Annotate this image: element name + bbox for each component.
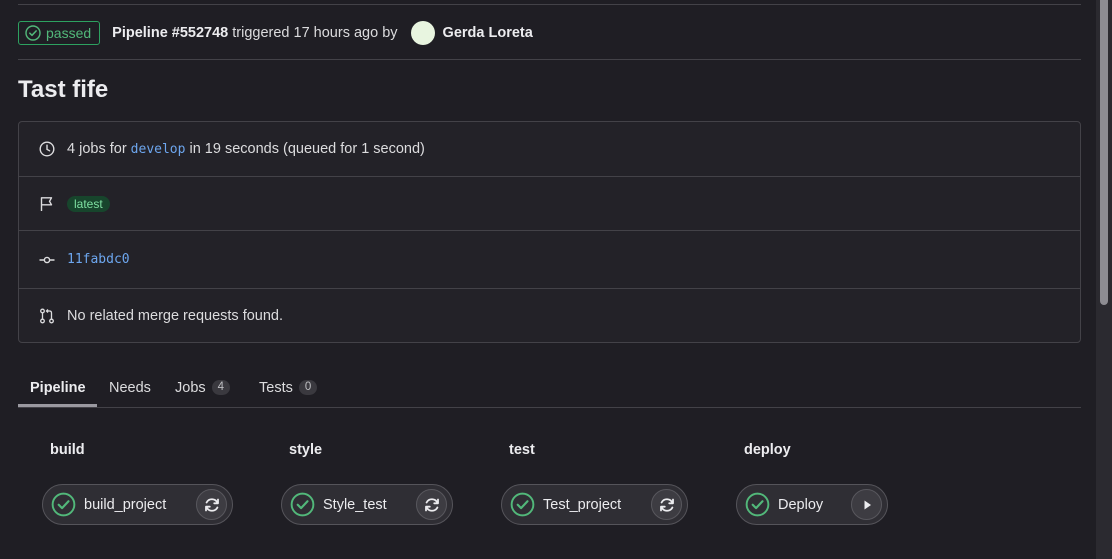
latest-badge: latest: [67, 195, 110, 212]
page-title: Tast fife: [18, 76, 109, 103]
avatar[interactable]: [410, 20, 435, 45]
job-style-test[interactable]: Style_test: [281, 484, 453, 525]
header-divider: [18, 59, 1081, 60]
success-status-icon: [290, 492, 315, 517]
scrollbar[interactable]: [1096, 0, 1112, 559]
job-name: Test_project: [543, 496, 622, 513]
scrollbar-thumb[interactable]: [1100, 0, 1108, 305]
job-build-project[interactable]: build_project: [42, 484, 233, 525]
stage-title-style: style: [289, 442, 323, 458]
triggered-text: triggered 17 hours ago by: [228, 24, 402, 41]
stage-title-test: test: [509, 442, 535, 458]
pipeline-trigger-info: Pipeline #552748 triggered 17 hours ago …: [112, 20, 533, 45]
retry-icon: [204, 497, 219, 512]
job-name: build_project: [84, 496, 167, 513]
pipeline-header: passed Pipeline #552748 triggered 17 hou…: [18, 20, 533, 45]
retry-button[interactable]: [651, 489, 682, 520]
merge-request-icon: [40, 308, 54, 324]
jobs-prefix: 4 jobs for: [67, 141, 131, 157]
stage-title-build: build: [50, 442, 85, 458]
info-row-jobs: 4 jobs for develop in 19 seconds (queued…: [19, 122, 1080, 177]
status-label: passed: [46, 24, 92, 41]
status-badge[interactable]: passed: [18, 20, 101, 45]
pipeline-id: Pipeline #552748: [112, 24, 229, 41]
retry-button[interactable]: [196, 489, 227, 520]
success-status-icon: [510, 492, 535, 517]
pipeline-tabs: Pipeline Needs Jobs 4 Tests 0: [18, 367, 1081, 408]
info-row-merge-requests: No related merge requests found.: [19, 289, 1080, 343]
jobs-suffix: in 19 seconds (queued for 1 second): [185, 141, 425, 157]
user-name[interactable]: Gerda Loreta: [443, 25, 533, 41]
retry-icon: [424, 497, 439, 512]
tab-pipeline-label: Pipeline: [30, 379, 86, 396]
commit-icon: [39, 256, 55, 263]
job-name: Style_test: [323, 496, 387, 513]
tests-count-badge: 0: [298, 380, 318, 395]
active-tab-indicator: [18, 404, 97, 407]
branch-link[interactable]: develop: [131, 142, 186, 157]
jobs-count-badge: 4: [211, 380, 231, 395]
retry-button[interactable]: [416, 489, 447, 520]
clock-icon: [39, 141, 55, 157]
tab-tests[interactable]: Tests 0: [259, 367, 318, 408]
top-divider: [18, 4, 1081, 5]
tab-needs-label: Needs: [109, 379, 151, 396]
check-circle-icon: [25, 24, 41, 41]
info-row-tags: latest: [19, 177, 1080, 231]
tab-jobs[interactable]: Jobs 4: [175, 367, 231, 408]
play-icon: [864, 500, 871, 509]
pipeline-info-panel: 4 jobs for develop in 19 seconds (queued…: [18, 121, 1081, 343]
tab-pipeline[interactable]: Pipeline: [30, 367, 86, 408]
play-button[interactable]: [851, 489, 882, 520]
info-row-commit: 11fabdc0: [19, 231, 1080, 289]
stage-title-deploy: deploy: [744, 442, 791, 458]
merge-requests-text: No related merge requests found.: [67, 308, 284, 324]
job-name: Deploy: [778, 496, 824, 513]
tab-needs[interactable]: Needs: [109, 367, 151, 408]
retry-icon: [659, 497, 674, 512]
success-status-icon: [51, 492, 76, 517]
flag-icon: [40, 196, 53, 211]
job-deploy[interactable]: Deploy: [736, 484, 888, 525]
tab-jobs-label: Jobs: [175, 379, 206, 396]
success-status-icon: [745, 492, 770, 517]
job-test-project[interactable]: Test_project: [501, 484, 688, 525]
tab-tests-label: Tests: [259, 379, 293, 396]
jobs-summary: 4 jobs for develop in 19 seconds (queued…: [67, 141, 425, 157]
commit-sha-link[interactable]: 11fabdc0: [67, 252, 130, 267]
